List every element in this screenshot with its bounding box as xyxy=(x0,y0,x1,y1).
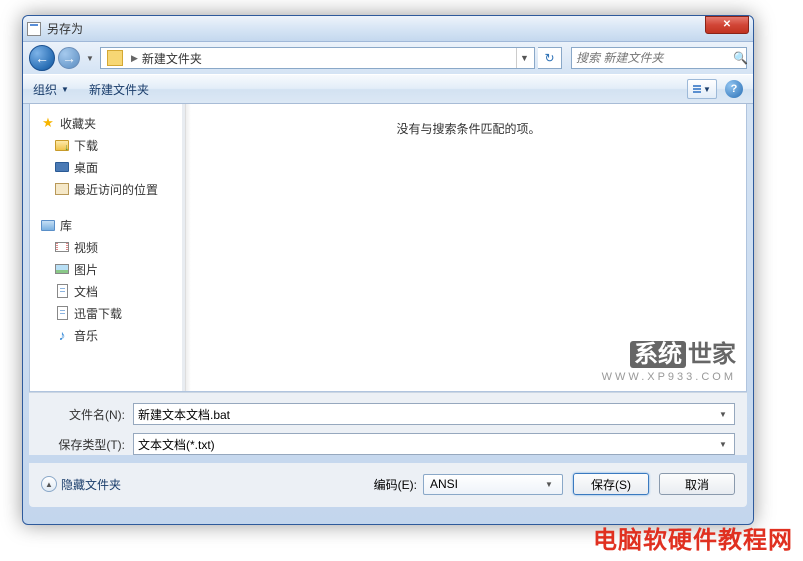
cancel-button[interactable]: 取消 xyxy=(659,473,735,495)
breadcrumb-folder[interactable]: 新建文件夹 xyxy=(142,50,202,67)
save-label: 保存(S) xyxy=(591,476,631,493)
chevron-down-icon[interactable]: ▼ xyxy=(716,410,730,419)
back-button[interactable]: ← xyxy=(29,45,55,71)
save-panel: 文件名(N): 新建文本文档.bat ▼ 保存类型(T): 文本文档(*.txt… xyxy=(29,392,747,455)
close-button[interactable]: ✕ xyxy=(705,16,749,34)
list-view-icon xyxy=(693,85,701,93)
chevron-down-icon[interactable]: ▼ xyxy=(716,440,730,449)
chevron-right-icon: ▶ xyxy=(131,53,138,64)
sidebar-label: 音乐 xyxy=(74,327,98,344)
sidebar-documents[interactable]: 文档 xyxy=(34,280,178,302)
hidden-folders-label: 隐藏文件夹 xyxy=(61,476,121,493)
encoding-value: ANSI xyxy=(430,477,458,491)
sidebar-videos[interactable]: 视频 xyxy=(34,236,178,258)
sidebar-recent[interactable]: 最近访问的位置 xyxy=(34,178,178,200)
sidebar-desktop[interactable]: 桌面 xyxy=(34,156,178,178)
sidebar: ★ 收藏夹 下载 桌面 最近访问的位置 库 视频 xyxy=(30,104,182,391)
collapse-icon: ▲ xyxy=(41,476,57,492)
refresh-button[interactable]: ↻ xyxy=(538,47,562,69)
desktop-icon xyxy=(55,162,69,172)
organize-label: 组织 xyxy=(33,81,57,98)
filename-input[interactable]: 新建文本文档.bat ▼ xyxy=(133,403,735,425)
organize-menu[interactable]: 组织 ▼ xyxy=(33,81,69,98)
hidden-folders-toggle[interactable]: ▲ 隐藏文件夹 xyxy=(41,476,121,493)
encoding-label: 编码(E): xyxy=(374,476,417,493)
watermark-brand-text: 世家 xyxy=(688,341,736,368)
download-folder-icon xyxy=(55,140,69,151)
library-icon xyxy=(41,220,55,231)
sidebar-label: 文档 xyxy=(74,283,98,300)
search-icon: 🔍 xyxy=(733,51,748,65)
filename-label: 文件名(N): xyxy=(41,406,133,423)
filetype-select[interactable]: 文本文档(*.txt) ▼ xyxy=(133,433,735,455)
filetype-value: 文本文档(*.txt) xyxy=(138,436,215,453)
nav-history-dropdown[interactable]: ▼ xyxy=(83,48,97,68)
chevron-down-icon: ▼ xyxy=(61,85,69,94)
app-icon xyxy=(27,22,41,36)
sidebar-label: 库 xyxy=(60,217,72,234)
forward-button[interactable]: → xyxy=(58,47,80,69)
chevron-down-icon: ▼ xyxy=(542,480,556,489)
folder-icon xyxy=(107,50,123,66)
cancel-label: 取消 xyxy=(685,476,709,493)
sidebar-label: 桌面 xyxy=(74,159,98,176)
file-list-area[interactable]: 没有与搜索条件匹配的项。 系统世家 WWW.XP933.COM xyxy=(191,104,746,391)
watermark-brand-box: 系统 xyxy=(630,341,686,368)
dialog-footer: ▲ 隐藏文件夹 编码(E): ANSI ▼ 保存(S) 取消 xyxy=(29,463,747,507)
video-icon xyxy=(55,242,69,252)
filename-value: 新建文本文档.bat xyxy=(138,406,230,423)
watermark-url: WWW.XP933.COM xyxy=(602,371,736,383)
sidebar-label: 最近访问的位置 xyxy=(74,181,158,198)
titlebar[interactable]: 另存为 ✕ xyxy=(23,16,753,42)
filetype-label: 保存类型(T): xyxy=(41,436,133,453)
body-area: ★ 收藏夹 下载 桌面 最近访问的位置 库 视频 xyxy=(29,104,747,392)
new-folder-button[interactable]: 新建文件夹 xyxy=(89,81,149,98)
star-icon: ★ xyxy=(40,115,56,131)
document-icon xyxy=(57,284,68,298)
sidebar-downloads[interactable]: 下载 xyxy=(34,134,178,156)
sidebar-label: 迅雷下载 xyxy=(74,305,122,322)
sidebar-xunlei[interactable]: 迅雷下载 xyxy=(34,302,178,324)
sidebar-label: 图片 xyxy=(74,261,98,278)
toolbar: 组织 ▼ 新建文件夹 ▼ ? xyxy=(23,74,753,104)
sidebar-music[interactable]: ♪ 音乐 xyxy=(34,324,178,346)
search-box[interactable]: 🔍 xyxy=(571,47,747,69)
save-as-dialog: 另存为 ✕ ← → ▼ ▶ 新建文件夹 ▼ ↻ 🔍 组织 ▼ 新建文件夹 ▼ xyxy=(22,15,754,525)
document-icon xyxy=(57,306,68,320)
encoding-select[interactable]: ANSI ▼ xyxy=(423,474,563,495)
empty-message: 没有与搜索条件匹配的项。 xyxy=(207,120,730,137)
search-input[interactable] xyxy=(576,51,733,65)
picture-icon xyxy=(55,264,69,274)
navigation-bar: ← → ▼ ▶ 新建文件夹 ▼ ↻ 🔍 xyxy=(23,42,753,74)
window-title: 另存为 xyxy=(47,20,705,37)
sidebar-favorites[interactable]: ★ 收藏夹 xyxy=(34,112,178,134)
breadcrumb-dropdown[interactable]: ▼ xyxy=(516,48,532,68)
sidebar-label: 视频 xyxy=(74,239,98,256)
music-icon: ♪ xyxy=(54,327,70,343)
page-overlay-text: 电脑软硬件教程网 xyxy=(593,520,793,555)
watermark: 系统世家 WWW.XP933.COM xyxy=(602,334,736,383)
sidebar-pictures[interactable]: 图片 xyxy=(34,258,178,280)
help-button[interactable]: ? xyxy=(725,80,743,98)
sidebar-label: 收藏夹 xyxy=(60,115,96,132)
save-button[interactable]: 保存(S) xyxy=(573,473,649,495)
recent-icon xyxy=(55,183,69,195)
sidebar-label: 下载 xyxy=(74,137,98,154)
view-options-button[interactable]: ▼ xyxy=(687,79,717,99)
new-folder-label: 新建文件夹 xyxy=(89,81,149,98)
sidebar-libraries[interactable]: 库 xyxy=(34,214,178,236)
breadcrumb[interactable]: ▶ 新建文件夹 ▼ xyxy=(100,47,535,69)
chevron-down-icon: ▼ xyxy=(703,85,711,94)
